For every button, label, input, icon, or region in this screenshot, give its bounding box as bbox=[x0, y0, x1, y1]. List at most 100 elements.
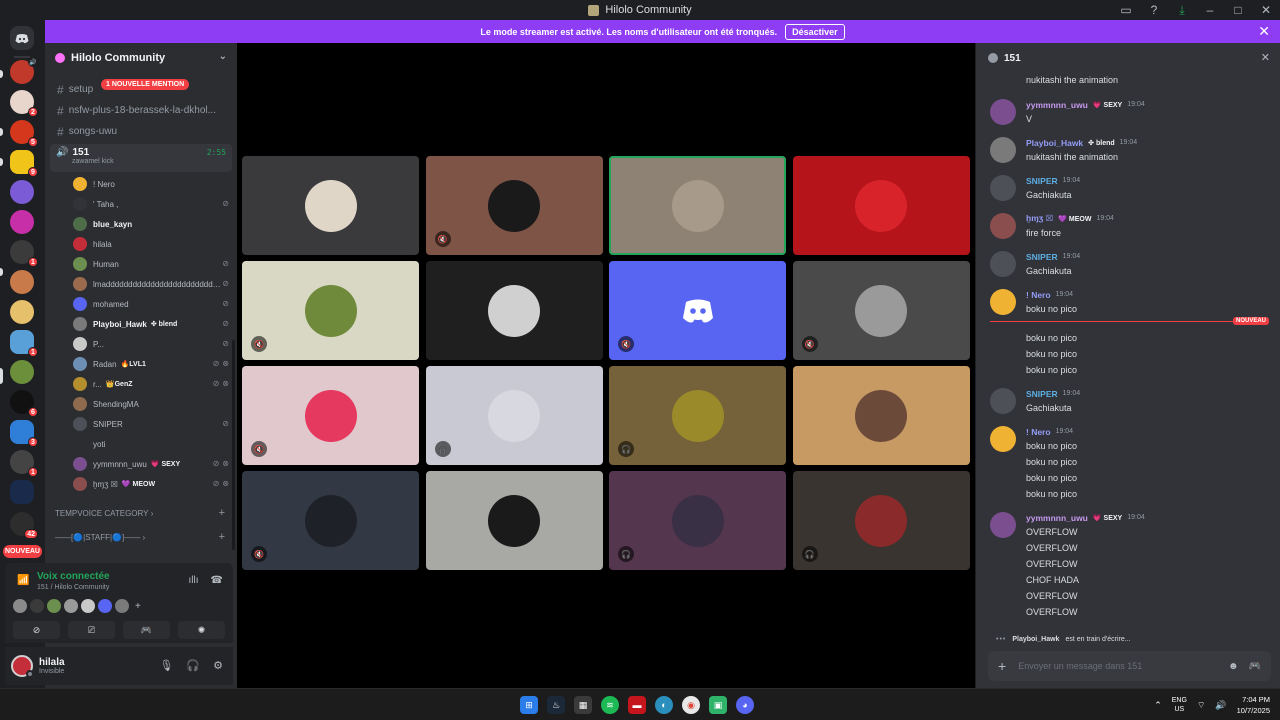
close-icon[interactable]: ✕ bbox=[1258, 23, 1270, 40]
participant-tile[interactable]: 🎧 bbox=[792, 471, 970, 570]
channel-nsfw[interactable]: # nsfw-plus-18-berassek-la-dkhol... bbox=[45, 100, 237, 121]
volume-icon[interactable]: 🔊 bbox=[1215, 700, 1226, 711]
voice-user[interactable]: Human ⊘ bbox=[45, 254, 237, 274]
voice-user[interactable]: ḫɱʒ ☒ 💜 MEOW ⊘ ⊗ bbox=[45, 474, 237, 494]
participant-tile[interactable] bbox=[425, 471, 603, 570]
camera-off-button[interactable]: ⊘ bbox=[13, 621, 60, 639]
help-icon[interactable]: ? bbox=[1140, 0, 1168, 20]
apps-icon[interactable]: 🎮 bbox=[1249, 661, 1261, 672]
message-author[interactable]: ! Nero bbox=[1026, 290, 1051, 300]
message-author[interactable]: SNIPER bbox=[1026, 252, 1058, 262]
avatar[interactable] bbox=[990, 175, 1016, 201]
add-participant-icon[interactable]: + bbox=[135, 601, 141, 612]
disconnect-icon[interactable]: ☎ bbox=[211, 575, 223, 586]
voice-user[interactable]: ! Nero bbox=[45, 174, 237, 194]
voice-user[interactable]: Radan 🔥LVL1 ⊘ ⊗ bbox=[45, 354, 237, 374]
chat-message[interactable]: nukitashi the animation bbox=[976, 69, 1280, 89]
server-icon[interactable]: 9 bbox=[10, 150, 38, 177]
avatar[interactable] bbox=[81, 599, 95, 613]
chat-message[interactable]: Playboi_Hawk ✤ blend 19:04 nukitashi the an… bbox=[976, 133, 1280, 165]
server-icon[interactable]: 6 bbox=[10, 390, 38, 417]
edge-icon[interactable]: ◐ bbox=[655, 696, 673, 714]
participant-tile[interactable]: 🔇 bbox=[242, 261, 419, 360]
avatar[interactable] bbox=[990, 426, 1016, 452]
calculator-icon[interactable]: ▦ bbox=[574, 696, 592, 714]
server-icon[interactable]: 5 bbox=[10, 120, 38, 147]
voice-user[interactable]: ' Taha , ⊘ bbox=[45, 194, 237, 214]
message-author[interactable]: yymmnnn_uwu bbox=[1026, 100, 1088, 110]
voice-user[interactable]: yymmnnn_uwu 💗 SEXY ⊘ ⊗ bbox=[45, 454, 237, 474]
voice-user[interactable]: Playboi_Hawk ✤ blend ⊘ bbox=[45, 314, 237, 334]
inbox-icon[interactable]: ▭ bbox=[1112, 0, 1140, 20]
avatar[interactable] bbox=[11, 655, 34, 678]
server-icon[interactable]: 42 bbox=[10, 512, 38, 539]
category-tempvoice[interactable]: TEMPVOICE CATEGORY › + bbox=[45, 502, 237, 524]
server-icon[interactable]: 1 bbox=[10, 240, 38, 267]
steam-icon[interactable]: ♨ bbox=[547, 696, 565, 714]
start-icon[interactable]: ⊞ bbox=[520, 696, 538, 714]
server-icon[interactable] bbox=[10, 480, 34, 504]
chat-message[interactable]: ḫɱʒ ☒ 💜 MEOW 19:04 fire force bbox=[976, 209, 1280, 241]
avatar[interactable] bbox=[47, 599, 61, 613]
server-icon[interactable]: 1 bbox=[10, 330, 38, 357]
voice-connected-subtitle[interactable]: 151 / Hilolo Community bbox=[37, 584, 109, 591]
participant-tile[interactable] bbox=[242, 156, 419, 255]
chat-message[interactable]: SNIPER 19:04 Gachiakuta bbox=[976, 171, 1280, 203]
participant-tile[interactable] bbox=[792, 366, 970, 465]
chevron-up-icon[interactable]: ⌃ bbox=[1154, 700, 1162, 711]
close-window-button[interactable]: ✕ bbox=[1252, 0, 1280, 20]
voice-user[interactable]: lmadddddddddddddddddddddddddd... ⊘ bbox=[45, 274, 237, 294]
participant-tile[interactable] bbox=[425, 261, 603, 360]
discord-home-icon[interactable] bbox=[10, 26, 34, 50]
chat-message[interactable]: ! Nero 19:04 boku no pico bbox=[976, 285, 1280, 317]
server-icon[interactable] bbox=[10, 270, 34, 294]
attach-plus-icon[interactable]: + bbox=[998, 658, 1006, 674]
username[interactable]: hilala bbox=[39, 657, 65, 668]
chat-message[interactable]: yymmnnn_uwu 💗 SEXY 19:04 V bbox=[976, 95, 1280, 127]
voice-user[interactable]: SNIPER ⊘ bbox=[45, 414, 237, 434]
close-icon[interactable]: ✕ bbox=[1261, 51, 1270, 64]
voice-user[interactable]: P... ⊘ bbox=[45, 334, 237, 354]
participant-tile[interactable]: 🔇 bbox=[792, 261, 970, 360]
settings-gear-icon[interactable]: ⚙ bbox=[213, 659, 223, 672]
server-header[interactable]: Hilolo Community ⌄ bbox=[45, 43, 237, 73]
server-icon[interactable] bbox=[10, 180, 34, 204]
participant-tile[interactable] bbox=[792, 156, 970, 255]
language-indicator[interactable]: ENG US bbox=[1172, 696, 1187, 714]
message-author[interactable]: Playboi_Hawk bbox=[1026, 138, 1083, 148]
sidebar-scrollbar[interactable] bbox=[232, 340, 235, 550]
voice-user[interactable]: mohamed ⊘ bbox=[45, 294, 237, 314]
avatar[interactable] bbox=[30, 599, 44, 613]
participant-tile[interactable]: 🔇 bbox=[425, 156, 603, 255]
participant-tile[interactable]: 🔇 bbox=[242, 471, 419, 570]
voice-user[interactable]: r... 👑GenZ ⊘ ⊗ bbox=[45, 374, 237, 394]
message-author[interactable]: yymmnnn_uwu bbox=[1026, 513, 1088, 523]
channel-songs[interactable]: # songs-uwu bbox=[45, 121, 237, 142]
participant-tile[interactable]: 🎧 bbox=[425, 366, 603, 465]
clock[interactable]: 7:04 PM 10/7/2025 bbox=[1237, 694, 1270, 716]
new-mention-pill[interactable]: 1 NOUVELLE MENTION bbox=[101, 79, 190, 90]
avatar[interactable] bbox=[990, 388, 1016, 414]
chat-message[interactable]: ! Nero 19:04 boku no pico boku no pico boku … bbox=[976, 422, 1280, 502]
participant-tile[interactable]: 🎧 bbox=[609, 471, 786, 570]
server-icon[interactable]: 2 bbox=[10, 90, 38, 117]
avatar[interactable] bbox=[990, 213, 1016, 239]
message-input[interactable] bbox=[1018, 661, 1219, 671]
disable-streamer-button[interactable]: Désactiver bbox=[785, 23, 845, 40]
server-icon[interactable] bbox=[10, 300, 34, 324]
avatar[interactable] bbox=[990, 99, 1016, 125]
participant-tile[interactable]: 🔇 bbox=[609, 261, 786, 360]
participant-tile[interactable]: 🔇 bbox=[242, 366, 419, 465]
soundboard-icon[interactable]: ıllı bbox=[189, 575, 199, 586]
app-icon[interactable]: ▬ bbox=[628, 696, 646, 714]
voice-user[interactable]: blue_kayn bbox=[45, 214, 237, 234]
server-icon[interactable] bbox=[10, 210, 34, 234]
chat-message[interactable]: SNIPER 19:04 Gachiakuta bbox=[976, 384, 1280, 416]
chat-message[interactable]: SNIPER 19:04 Gachiakuta bbox=[976, 247, 1280, 279]
voice-user[interactable]: ShendingMA bbox=[45, 394, 237, 414]
voice-user[interactable]: yoti bbox=[45, 434, 237, 454]
message-list[interactable]: nukitashi the animation yymmnnn_uwu 💗 SEXY… bbox=[976, 69, 1280, 649]
download-icon[interactable]: ⤓ bbox=[1168, 0, 1196, 20]
connection-icon[interactable]: 📶 bbox=[17, 575, 29, 586]
message-author[interactable]: SNIPER bbox=[1026, 389, 1058, 399]
